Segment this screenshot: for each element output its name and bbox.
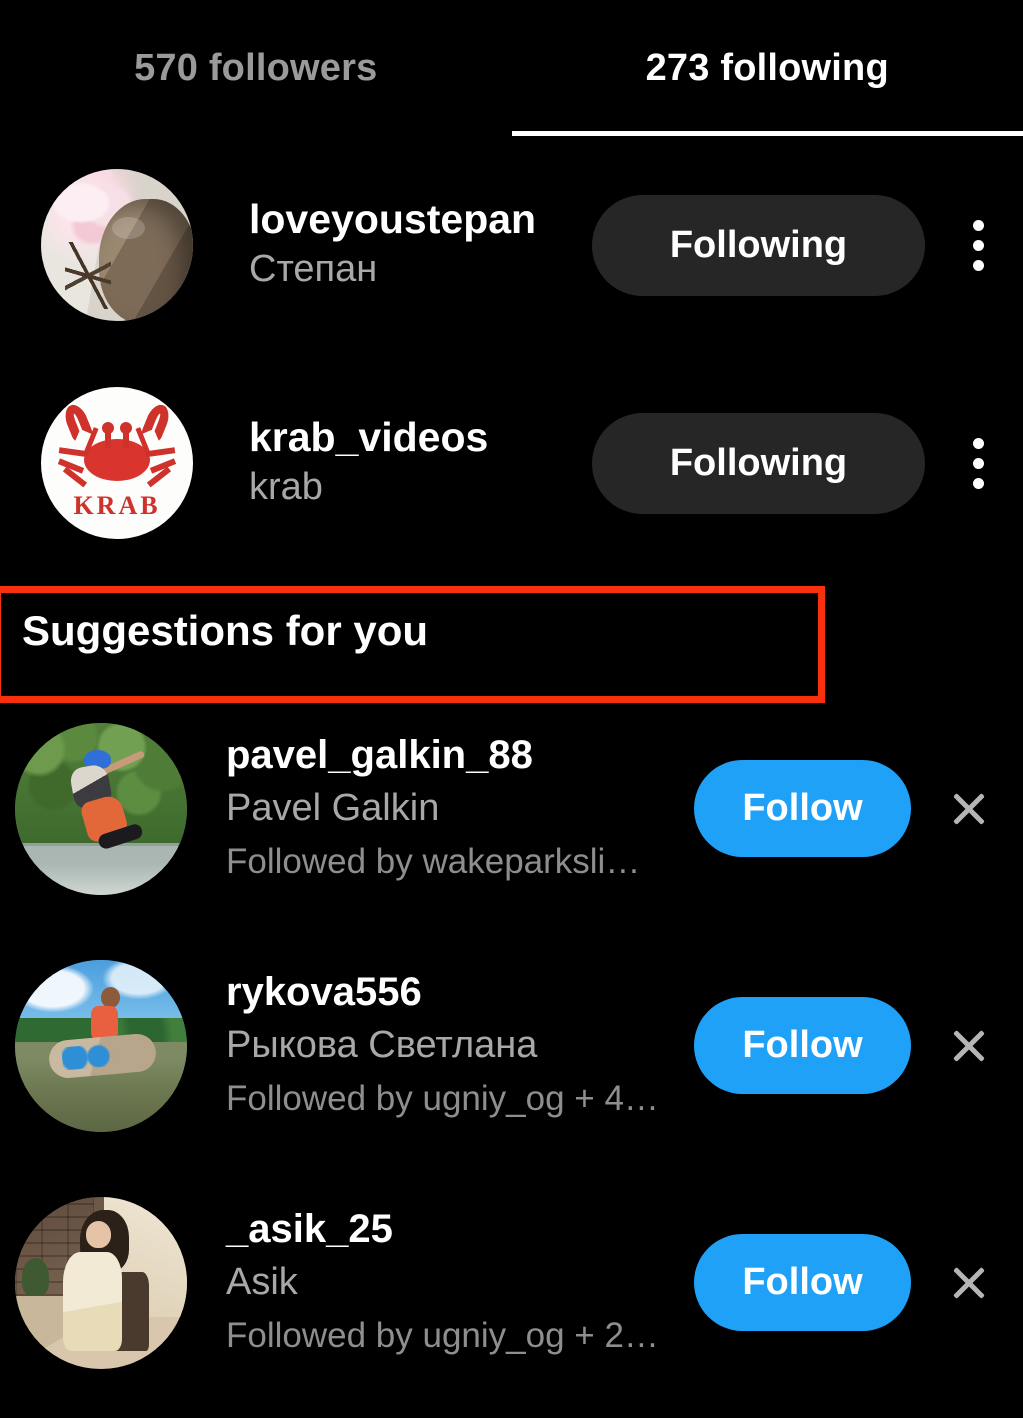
tab-following[interactable]: 273 following bbox=[511, 0, 1023, 136]
list-item[interactable]: _asik_25 Asik Followed by ugniy_og + 2… … bbox=[0, 1164, 1023, 1401]
follow-button[interactable]: Follow bbox=[694, 997, 911, 1094]
follow-button[interactable]: Follow bbox=[694, 760, 911, 857]
followed-by-context: Followed by ugniy_og + 4… bbox=[226, 1078, 659, 1118]
user-meta: loveyoustepan Степан bbox=[249, 196, 592, 293]
kebab-dot bbox=[972, 477, 984, 489]
tab-followers-label: 570 followers bbox=[134, 46, 378, 89]
crab-leg bbox=[58, 447, 86, 458]
avatar-logo-text: KRAB bbox=[73, 490, 161, 520]
tab-followers[interactable]: 570 followers bbox=[0, 0, 512, 136]
water-shape bbox=[15, 846, 187, 895]
avatar-image-woman-in-cafe bbox=[15, 1196, 187, 1369]
avatar[interactable] bbox=[41, 169, 193, 321]
fullname: Asik bbox=[226, 1260, 298, 1303]
crab-eye-right bbox=[120, 421, 133, 448]
following-button[interactable]: Following bbox=[592, 412, 925, 514]
avatar-image-cat-with-magnolia-flower bbox=[41, 169, 193, 321]
crab-body-shape bbox=[83, 438, 151, 482]
avatar-image-red-crab-logo: KRAB bbox=[41, 387, 193, 539]
crab-leg bbox=[148, 447, 176, 458]
username[interactable]: krab_videos bbox=[249, 414, 592, 461]
fullname: Рыкова Светлана bbox=[226, 1023, 538, 1066]
username[interactable]: loveyoustepan bbox=[249, 196, 592, 243]
avatar-image-woman-with-wakeboard bbox=[15, 959, 187, 1132]
user-meta: pavel_galkin_88 Pavel Galkin Followed by… bbox=[226, 733, 694, 884]
person-body-shape bbox=[63, 1251, 122, 1352]
crab-eye-left bbox=[101, 421, 114, 448]
followed-by-context: Followed by ugniy_og + 2… bbox=[226, 1315, 659, 1355]
following-button[interactable]: Following bbox=[592, 194, 925, 296]
avatar[interactable] bbox=[15, 722, 187, 895]
branch-shape bbox=[65, 241, 111, 309]
username[interactable]: _asik_25 bbox=[226, 1207, 694, 1252]
tab-following-label: 273 following bbox=[645, 46, 889, 89]
following-list: loveyoustepan Степан Following KRAB krab… bbox=[0, 136, 1023, 572]
kebab-dot bbox=[972, 259, 984, 271]
kebab-dot bbox=[972, 239, 984, 251]
profile-tabbar: 570 followers 273 following bbox=[0, 0, 1023, 136]
person-head-shape bbox=[101, 987, 120, 1008]
list-item[interactable]: KRAB krab_videos krab Following bbox=[0, 354, 1023, 572]
username[interactable]: rykova556 bbox=[226, 970, 694, 1015]
follow-button[interactable]: Follow bbox=[694, 1234, 911, 1331]
list-item[interactable]: pavel_galkin_88 Pavel Galkin Followed by… bbox=[0, 690, 1023, 927]
user-meta: _asik_25 Asik Followed by ugniy_og + 2… bbox=[226, 1207, 694, 1358]
plant-shape bbox=[21, 1258, 50, 1297]
person-face-shape bbox=[85, 1220, 112, 1249]
avatar[interactable] bbox=[15, 1196, 187, 1369]
kebab-dot bbox=[972, 219, 984, 231]
avatar[interactable] bbox=[15, 959, 187, 1132]
suggestions-title: Suggestions for you bbox=[22, 607, 429, 654]
username[interactable]: pavel_galkin_88 bbox=[226, 733, 694, 778]
suggestions-header: Suggestions for you bbox=[0, 572, 1023, 690]
user-meta: rykova556 Рыкова Светлана Followed by ug… bbox=[226, 970, 694, 1121]
avatar-image-wakeboarder-blue-helmet bbox=[15, 722, 187, 895]
fullname: Степан bbox=[249, 248, 378, 291]
avatar[interactable]: KRAB bbox=[41, 387, 193, 539]
list-item[interactable]: rykova556 Рыкова Светлана Followed by ug… bbox=[0, 927, 1023, 1164]
fullname: krab bbox=[249, 466, 323, 509]
kebab-menu-icon[interactable] bbox=[945, 430, 1011, 496]
fullname: Pavel Galkin bbox=[226, 786, 440, 829]
followed-by-context: Followed by wakeparksli… bbox=[226, 841, 641, 881]
person-top-shape bbox=[90, 1005, 119, 1039]
close-icon[interactable] bbox=[933, 773, 1005, 845]
close-icon[interactable] bbox=[933, 1247, 1005, 1319]
list-item[interactable]: loveyoustepan Степан Following bbox=[0, 136, 1023, 354]
suggestions-list: pavel_galkin_88 Pavel Galkin Followed by… bbox=[0, 690, 1023, 1401]
crab-claw-right bbox=[139, 401, 174, 443]
kebab-menu-icon[interactable] bbox=[945, 212, 1011, 278]
cat-shape bbox=[98, 199, 193, 321]
user-meta: krab_videos krab bbox=[249, 414, 592, 511]
kebab-dot bbox=[972, 457, 984, 469]
kebab-dot bbox=[972, 437, 984, 449]
close-icon[interactable] bbox=[933, 1010, 1005, 1082]
